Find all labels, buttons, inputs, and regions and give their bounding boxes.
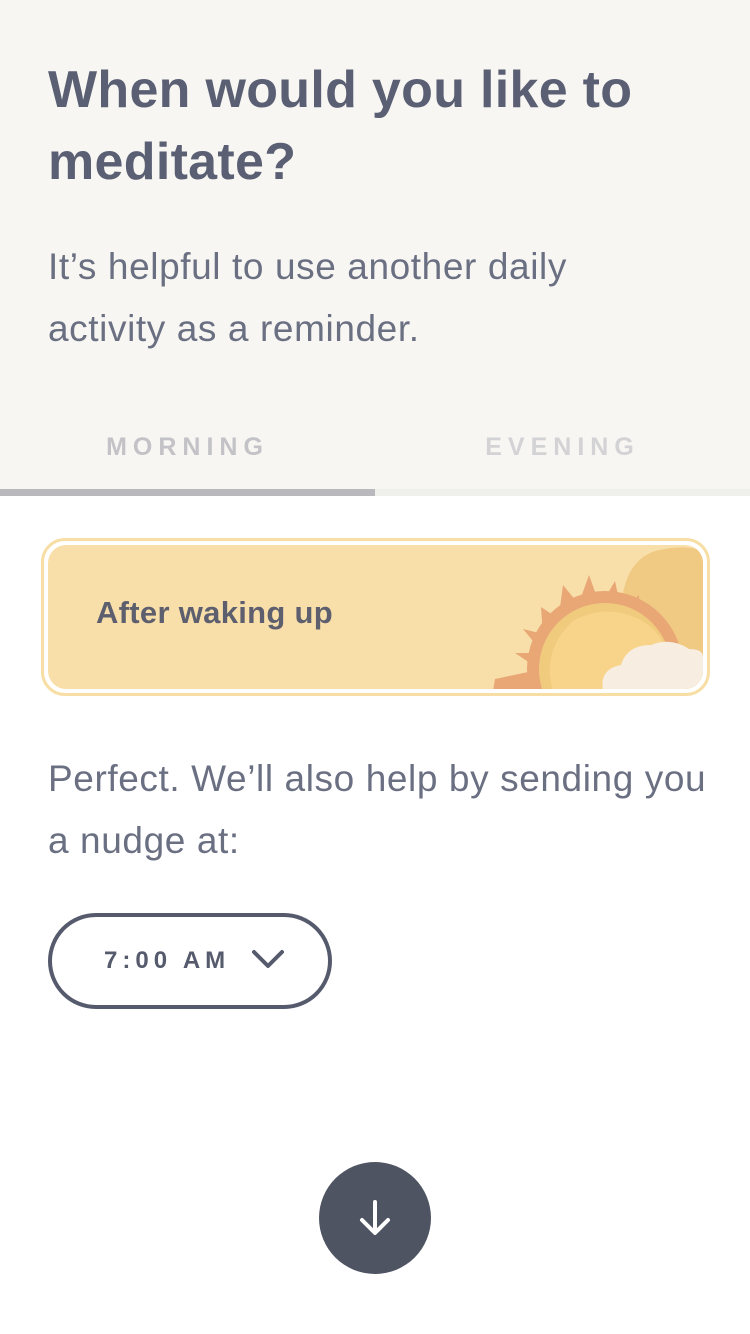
reminder-time-value: 7:00 AM [104,947,231,974]
next-button[interactable] [319,1162,431,1274]
header-panel: When would you like to meditate? It’s he… [0,0,750,496]
sun-icon [493,547,703,689]
tab-morning[interactable]: MORNING [0,405,375,489]
page-title: When would you like to meditate? [48,61,633,191]
tab-active-indicator [0,489,375,496]
option-card-fill: After waking up [48,545,703,689]
time-of-day-tabs: MORNING EVENING [0,405,750,496]
nudge-message: Perfect. We’ll also help by sending you … [48,758,707,861]
option-after-waking-up[interactable]: After waking up [41,538,710,696]
chevron-down-icon [252,950,284,968]
reminder-time-dropdown[interactable]: 7:00 AM [48,913,332,1009]
tab-evening[interactable]: EVENING [375,405,750,489]
page-subtitle: It’s helpful to use another daily activi… [48,246,567,349]
arrow-down-icon [360,1200,390,1235]
option-label: After waking up [96,595,334,630]
